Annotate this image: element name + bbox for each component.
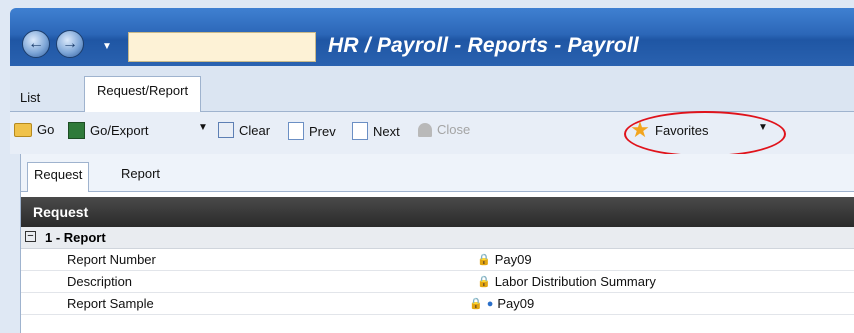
property-name: Description bbox=[67, 274, 133, 289]
go-export-label: Go/Export bbox=[90, 123, 149, 138]
lock-icon: 🔒 bbox=[477, 254, 491, 266]
prev-label: Prev bbox=[309, 123, 336, 139]
clear-button[interactable]: Clear bbox=[218, 122, 270, 138]
next-label: Next bbox=[373, 123, 400, 139]
prev-icon bbox=[288, 122, 304, 140]
category-row[interactable]: − 1 - Report bbox=[21, 227, 854, 249]
clear-label: Clear bbox=[239, 122, 271, 138]
next-icon bbox=[352, 122, 368, 140]
favorites-highlight-annotation bbox=[624, 111, 786, 157]
go-export-button[interactable]: Go/Export bbox=[68, 122, 149, 139]
history-dropdown-icon[interactable]: ▼ bbox=[102, 41, 112, 52]
grid-header: Request bbox=[21, 197, 854, 227]
go-button[interactable]: Go bbox=[14, 122, 54, 137]
tab-report[interactable]: Report bbox=[121, 166, 160, 181]
address-box[interactable] bbox=[128, 32, 316, 62]
back-arrow-icon[interactable]: ← bbox=[22, 30, 50, 58]
collapse-icon[interactable]: − bbox=[25, 231, 36, 242]
property-row-report-sample[interactable]: Report Sample 🔒 ● Pay09 bbox=[21, 293, 854, 315]
prev-button[interactable]: Prev bbox=[288, 122, 336, 140]
next-button[interactable]: Next bbox=[352, 122, 400, 140]
category-label: 1 - Report bbox=[45, 230, 106, 245]
tab-request[interactable]: Request bbox=[27, 162, 90, 192]
property-row-report-number[interactable]: Report Number 🔒 Pay09 bbox=[21, 249, 854, 271]
window-title: HR / Payroll - Reports - Payroll bbox=[328, 34, 639, 57]
property-name: Report Sample bbox=[67, 296, 154, 311]
property-value: 🔒 Pay09 bbox=[477, 252, 532, 267]
folder-go-icon bbox=[14, 122, 32, 137]
forward-arrow-icon[interactable]: → bbox=[56, 30, 84, 58]
sub-tab-strip: Request Report bbox=[21, 154, 854, 192]
clear-icon bbox=[218, 122, 234, 138]
tab-request-report[interactable]: Request/Report bbox=[84, 76, 202, 112]
lock-icon: 🔒 bbox=[477, 276, 491, 288]
chevron-down-icon: ▼ bbox=[198, 122, 208, 133]
export-icon bbox=[68, 122, 85, 139]
globe-icon: ● bbox=[486, 297, 494, 310]
property-value-text: Pay09 bbox=[497, 296, 535, 311]
close-door-icon bbox=[418, 122, 432, 137]
go-label: Go bbox=[37, 122, 55, 137]
request-panel: Request Report Request − 1 - Report Repo… bbox=[20, 154, 854, 333]
property-value-text: Pay09 bbox=[494, 252, 532, 267]
close-button[interactable]: Close bbox=[418, 122, 470, 137]
lock-icon: 🔒 bbox=[469, 298, 483, 310]
go-export-dropdown[interactable]: ▼ bbox=[198, 122, 208, 133]
top-tab-strip: List Request/Report bbox=[10, 66, 854, 112]
application-window: ← → ▼ HR / Payroll - Reports - Payroll L… bbox=[0, 0, 854, 333]
property-name: Report Number bbox=[67, 252, 156, 267]
close-label: Close bbox=[437, 122, 471, 137]
property-value-text: Labor Distribution Summary bbox=[494, 274, 656, 289]
property-value: 🔒 ● Pay09 bbox=[469, 296, 534, 311]
property-row-description[interactable]: Description 🔒 Labor Distribution Summary bbox=[21, 271, 854, 293]
property-value: 🔒 Labor Distribution Summary bbox=[477, 274, 656, 289]
title-bar: ← → ▼ HR / Payroll - Reports - Payroll bbox=[10, 8, 854, 66]
tab-list[interactable]: List bbox=[14, 88, 46, 107]
